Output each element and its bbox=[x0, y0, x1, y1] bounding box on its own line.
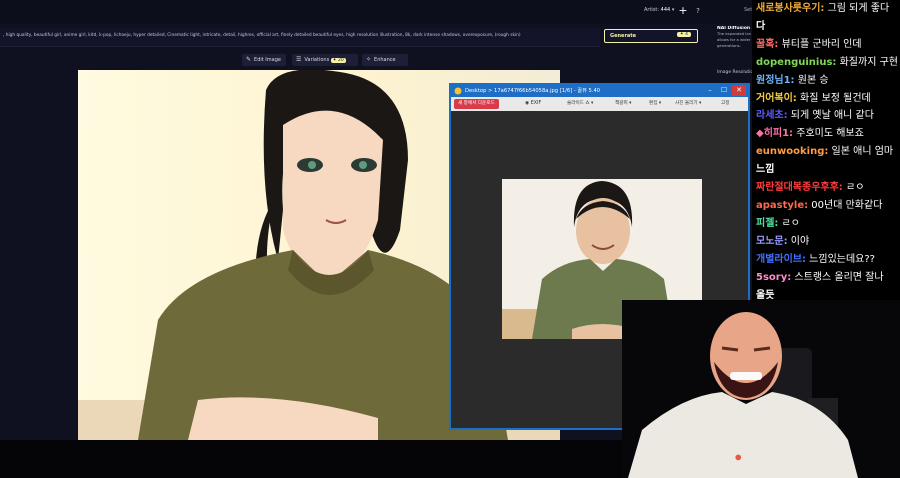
chat-text: 화질까지 구현 bbox=[836, 56, 898, 68]
slideshow-menu[interactable]: 슬라이드 쇼 ▾ bbox=[567, 99, 593, 109]
chat-text: 일본 애니 엄마 bbox=[828, 146, 894, 158]
chat-message: 5sory: 스트랭스 올리면 잘나 bbox=[752, 269, 900, 287]
chat-message: 거어복이: 화질 보정 될건데 bbox=[752, 90, 900, 108]
exif-label: EXIF bbox=[530, 101, 542, 106]
exif-button[interactable]: ◉ EXIF bbox=[525, 99, 541, 109]
chat-message: 원정님1: 원본 승 bbox=[752, 72, 900, 90]
chat-username: 올듯 bbox=[756, 289, 775, 301]
chat-text: 그림 되게 좋다 bbox=[824, 3, 890, 14]
chat-text: 원본 승 bbox=[794, 74, 829, 86]
add-icon[interactable]: + bbox=[676, 4, 690, 18]
chat-text: 스트랭스 올리면 잘나 bbox=[791, 271, 884, 283]
enhance-button[interactable]: ✧ Enhance bbox=[362, 54, 408, 66]
chat-text: ㄹㅇ bbox=[778, 217, 800, 229]
chat-username: 모노문: bbox=[756, 235, 788, 247]
chat-username: 느낌 bbox=[756, 164, 775, 176]
chat-message: 꿀혹: 뷰티플 군바리 인데 bbox=[752, 36, 900, 54]
variations-icon: ☰ bbox=[296, 56, 302, 63]
chat-username: apastyle: bbox=[756, 199, 809, 211]
chat-text: 주호미도 해보죠 bbox=[793, 128, 864, 140]
chat-username: 5sory: bbox=[756, 271, 792, 283]
chat-message: 느낌 bbox=[752, 161, 900, 179]
edit-image-button[interactable]: ✎ Edit Image bbox=[242, 54, 286, 66]
top-bar: Artist: 444 ▾ + ? Set bbox=[0, 0, 752, 24]
chat-username: eunwooking: bbox=[756, 146, 829, 158]
chat-message: dopenguinius: 화질까지 구현 bbox=[752, 54, 900, 72]
generate-cost-badge: ✦ 4 bbox=[676, 32, 691, 37]
chat-username: 피젤: bbox=[756, 217, 779, 229]
chat-username: 원정님1: bbox=[756, 74, 795, 86]
edit-image-label: Edit Image bbox=[254, 57, 281, 63]
pencil-icon: ✎ bbox=[246, 56, 252, 63]
chat-username: 짜란절대복종우후후: bbox=[756, 182, 843, 194]
chat-username: 개별라이브: bbox=[756, 253, 806, 265]
chat-username: 다 bbox=[756, 20, 766, 32]
artist-count: 444 bbox=[660, 7, 671, 13]
pin-menu[interactable]: 고정 bbox=[721, 99, 729, 109]
honeyview-app-icon bbox=[454, 87, 462, 95]
chat-text: 화질 보정 될건데 bbox=[796, 92, 871, 104]
chat-username: ◆히피1: bbox=[756, 128, 794, 140]
chat-text: 되게 옛날 애니 같다 bbox=[787, 110, 874, 122]
viewer-title: Desktop > 17a6747f66b54058a.jpg [1/6] - … bbox=[465, 88, 601, 94]
variations-cost-badge: ✦ 20 bbox=[330, 58, 346, 63]
edit-menu[interactable]: 편집 ▾ bbox=[649, 99, 661, 109]
chat-text: 뷰티플 군바리 인데 bbox=[778, 38, 862, 50]
new-window-button[interactable]: 새 창에서 다운로드 bbox=[454, 99, 499, 109]
chat-text: 이야 bbox=[787, 235, 810, 247]
settings-tab[interactable]: Set bbox=[744, 7, 752, 13]
sparkle-icon: ✧ bbox=[366, 56, 372, 63]
streamer-webcam: • bbox=[622, 300, 900, 478]
artist-selector[interactable]: Artist: 444 ▾ bbox=[644, 7, 674, 13]
chat-message: 피젤: ㄹㅇ bbox=[752, 215, 900, 233]
chat-message: 새로봉사릇우기: 그림 되게 좋다 bbox=[752, 0, 900, 18]
prompt-input[interactable]: , high quality, beautiful girl, anime gi… bbox=[0, 28, 600, 47]
chevron-down-icon: ▾ bbox=[671, 7, 675, 13]
upload-photo-menu[interactable]: 사진 올리기 ▾ bbox=[675, 99, 701, 109]
prompt-text: , high quality, beautiful girl, anime gi… bbox=[3, 33, 521, 38]
chat-username: 꿀혹: bbox=[756, 38, 779, 50]
chat-message: 라세초: 되게 옛날 애니 같다 bbox=[752, 107, 900, 125]
chat-message: 다 bbox=[752, 18, 900, 36]
generate-label: Generate bbox=[610, 33, 637, 39]
chat-message: 올듯 bbox=[752, 287, 900, 301]
chat-username: 라세초: bbox=[756, 110, 788, 122]
model-desc-line: generations. bbox=[717, 43, 741, 48]
chat-message: 모노문: 이야 bbox=[752, 233, 900, 251]
chat-text: 느낌있는데요?? bbox=[806, 253, 875, 265]
chat-message: 짜란절대복종우후후: ㄹㅇ bbox=[752, 179, 900, 197]
generate-button[interactable]: Generate ✦ 4 bbox=[604, 29, 698, 43]
bookmark-menu[interactable]: 책갈피 ▾ bbox=[615, 99, 631, 109]
close-icon[interactable]: ✕ bbox=[732, 85, 746, 96]
chat-message: apastyle: 00년대 만화같다 bbox=[752, 197, 900, 215]
image-resolution-label: Image Resolution bbox=[717, 70, 757, 75]
chat-message: ◆히피1: 주호미도 해보죠 bbox=[752, 125, 900, 143]
chat-message: eunwooking: 일본 애니 엄마 bbox=[752, 143, 900, 161]
chat-username: 새로봉사릇우기: bbox=[756, 3, 825, 14]
chat-text: ㄹㅇ bbox=[842, 182, 865, 194]
chat-username: dopenguinius: bbox=[756, 56, 837, 68]
stream-chat-overlay: 새로봉사릇우기: 그림 되게 좋다 다 꿀혹: 뷰티플 군바리 인데 dopen… bbox=[752, 0, 900, 300]
help-icon[interactable]: ? bbox=[692, 4, 704, 18]
chat-message: 개별라이브: 느낌있는데요?? bbox=[752, 251, 900, 269]
variations-button[interactable]: ☰ Variations ✦ 20 bbox=[292, 54, 358, 66]
variations-label: Variations bbox=[304, 57, 330, 63]
viewer-title-bar[interactable]: Desktop > 17a6747f66b54058a.jpg [1/6] - … bbox=[451, 85, 748, 97]
viewer-toolbar: 새 창에서 다운로드 ◉ EXIF 슬라이드 쇼 ▾ 책갈피 ▾ 편집 ▾ 사진… bbox=[451, 97, 748, 111]
maximize-icon[interactable]: ☐ bbox=[717, 85, 731, 96]
chat-text: 00년대 만화같다 bbox=[808, 199, 883, 211]
artist-label: Artist: bbox=[644, 7, 660, 13]
enhance-label: Enhance bbox=[374, 57, 396, 63]
minimize-icon[interactable]: – bbox=[703, 85, 717, 96]
chat-username: 거어복이: bbox=[756, 92, 797, 104]
